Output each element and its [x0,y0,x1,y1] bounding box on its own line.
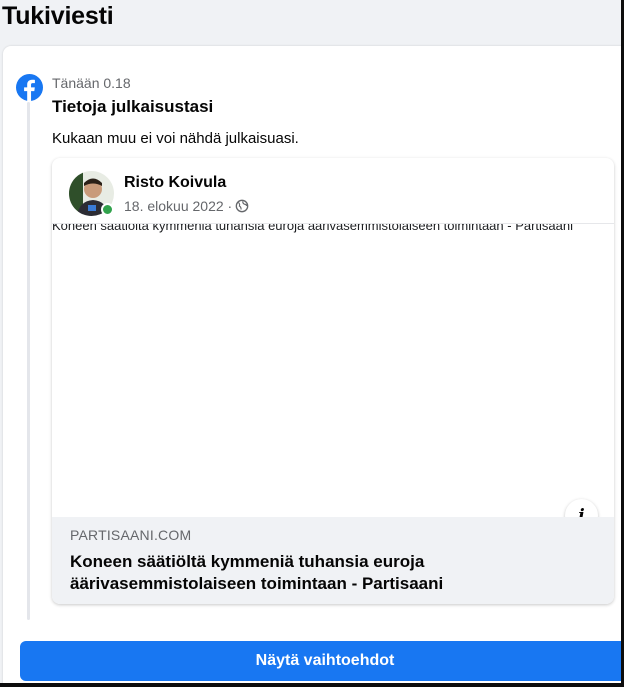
link-footer[interactable]: PARTISAANI.COM Koneen säätiöltä kymmeniä… [52,517,614,604]
post-card[interactable]: Risto Koivula 18. elokuu 2022 · Koneen s… [52,158,614,604]
link-preview-image[interactable]: Koneen säätiöltä kymmeniä tuhansia euroj… [52,223,614,517]
timeline-line [27,102,30,620]
page-title: Tukiviesti [2,2,114,30]
post-author[interactable]: Risto Koivula [124,174,226,192]
post-date[interactable]: 18. elokuu 2022 · [124,198,232,214]
link-preview-image-text: Koneen säätiöltä kymmeniä tuhansia euroj… [52,223,573,233]
message-heading: Tietoja julkaisustasi [52,97,214,116]
online-status-dot [101,203,114,216]
message-body: Kukaan muu ei voi nähdä julkaisuasi. [52,130,299,147]
link-domain: PARTISAANI.COM [70,527,192,543]
globe-icon [235,199,249,213]
show-options-button[interactable]: Näytä vaihtoehdot [20,641,624,681]
facebook-icon [16,74,43,101]
post-meta: 18. elokuu 2022 · [124,198,249,214]
window-edge-bottom [0,683,624,687]
link-title[interactable]: Koneen säätiöltä kymmeniä tuhansia euroj… [70,551,600,595]
message-timestamp: Tänään 0.18 [52,75,131,91]
